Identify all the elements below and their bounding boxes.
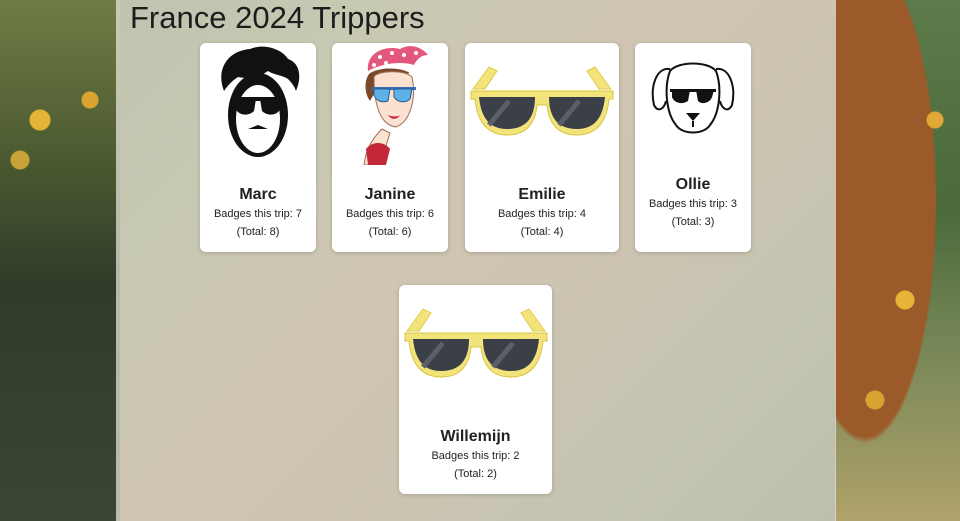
yellow-sunglasses-icon xyxy=(465,63,619,143)
background-painting-right xyxy=(835,0,960,521)
tripper-name: Marc xyxy=(239,186,277,203)
badges-total: (Total: 2) xyxy=(454,468,497,480)
badges-total: (Total: 4) xyxy=(520,226,564,238)
badges-total: (Total: 3) xyxy=(671,216,715,228)
badges-total: (Total: 8) xyxy=(236,226,280,238)
tripper-name: Janine xyxy=(364,186,416,203)
badges-this-trip: Badges this trip: 4 xyxy=(497,208,587,220)
page-title: France 2024 Trippers xyxy=(130,0,425,35)
tripper-name: Emilie xyxy=(518,186,566,203)
pinup-girl-sunglasses-icon xyxy=(332,43,448,165)
badges-this-trip: Badges this trip: 2 xyxy=(431,450,520,462)
boy-sunglasses-icon xyxy=(200,45,316,161)
badges-total: (Total: 6) xyxy=(368,226,412,238)
badges-this-trip: Badges this trip: 7 xyxy=(213,208,303,220)
tripper-name: Willemijn xyxy=(440,428,511,445)
badges-this-trip: Badges this trip: 3 xyxy=(648,198,738,210)
yellow-sunglasses-icon xyxy=(399,305,552,385)
tripper-card-willemijn[interactable]: Willemijn Badges this trip: 2 (Total: 2) xyxy=(399,285,552,494)
tripper-card-janine[interactable]: Janine Badges this trip: 6 (Total: 6) xyxy=(332,43,448,252)
background-painting-left xyxy=(0,0,120,521)
dog-sunglasses-icon xyxy=(635,57,751,141)
tripper-name: Ollie xyxy=(675,176,711,193)
tripper-card-emilie[interactable]: Emilie Badges this trip: 4 (Total: 4) xyxy=(465,43,619,252)
tripper-card-ollie[interactable]: Ollie Badges this trip: 3 (Total: 3) xyxy=(635,43,751,252)
tripper-card-marc[interactable]: Marc Badges this trip: 7 (Total: 8) xyxy=(200,43,316,252)
badges-this-trip: Badges this trip: 6 xyxy=(345,208,435,220)
